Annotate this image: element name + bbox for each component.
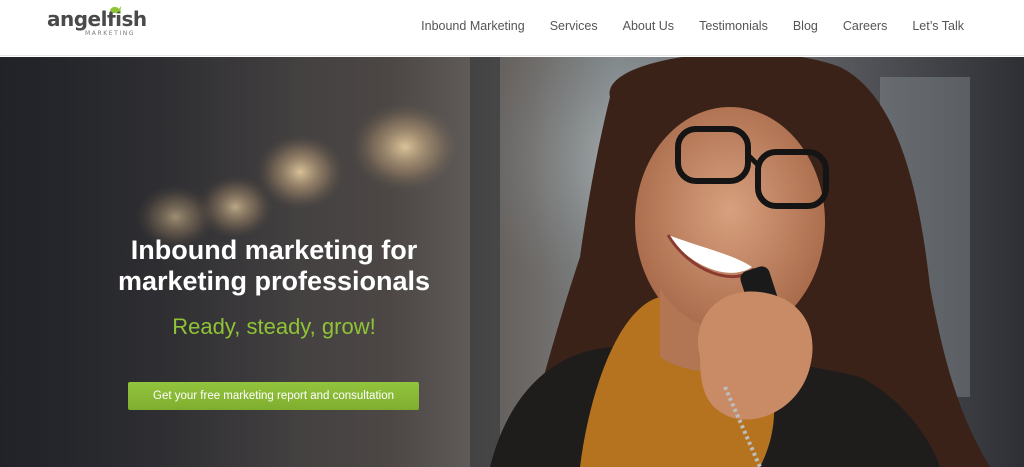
logo-subtitle: MARKETING — [85, 30, 136, 37]
nav-item-lets-talk[interactable]: Let’s Talk — [912, 19, 964, 33]
nav-item-about-us[interactable]: About Us — [623, 19, 674, 33]
hero-title-line-1: Inbound marketing for — [130, 235, 418, 265]
hero-title: Inbound marketing for marketing professi… — [100, 235, 448, 297]
hero-tagline: Ready, steady, grow! — [172, 314, 376, 339]
nav-item-inbound-marketing[interactable]: Inbound Marketing — [421, 19, 525, 33]
nav-item-blog[interactable]: Blog — [793, 19, 818, 33]
hero-banner: Inbound marketing for marketing professi… — [0, 57, 1024, 467]
site-header: angelfish MARKETING Inbound Marketing Se… — [0, 0, 1024, 56]
nav-item-careers[interactable]: Careers — [843, 19, 887, 33]
main-nav: Inbound Marketing Services About Us Test… — [396, 19, 964, 33]
hero-title-line-2: marketing professionals — [117, 266, 431, 296]
logo[interactable]: angelfish MARKETING — [47, 6, 147, 46]
fish-icon — [110, 6, 121, 14]
nav-item-testimonials[interactable]: Testimonials — [699, 19, 768, 33]
free-report-cta-button[interactable]: Get your free marketing report and consu… — [128, 382, 419, 410]
logo-wordmark: angelfish — [47, 7, 147, 31]
nav-item-services[interactable]: Services — [550, 19, 598, 33]
